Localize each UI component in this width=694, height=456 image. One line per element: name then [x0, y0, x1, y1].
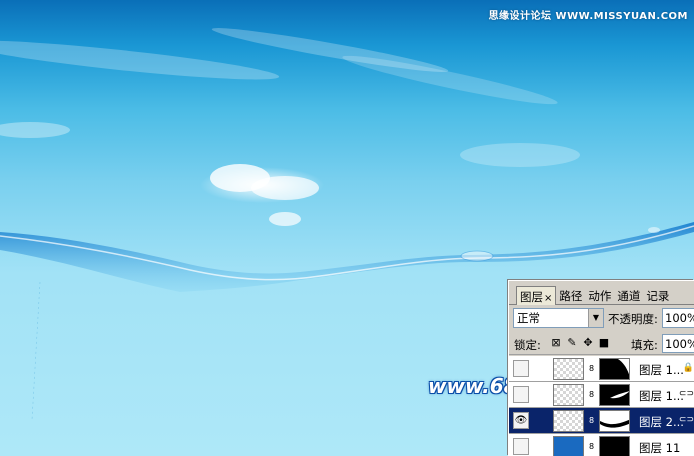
layer-mask-thumbnail[interactable] [599, 358, 630, 380]
lock-row: 锁定: ⊠ ✎ ✥ ■ 填充: 100% [509, 333, 694, 355]
eye-icon[interactable]: 👁 [513, 412, 529, 429]
layer-row-selected[interactable]: 👁 8 图层 2... ⊂⊃ [509, 408, 694, 434]
watermark-top: 思缘设计论坛 WWW.MISSYUAN.COM [488, 11, 688, 22]
chain-link-icon[interactable]: 8 [588, 389, 595, 401]
layer-thumbnail [553, 358, 584, 380]
fill-input[interactable]: 100% [662, 334, 694, 353]
dropdown-arrow-icon[interactable]: ▼ [588, 309, 603, 327]
panel-tabs: 图层× 路径 动作 通道 记录 [509, 281, 694, 305]
lock-transparency-icon[interactable]: ⊠ [550, 337, 562, 349]
chain-link-icon[interactable]: 8 [588, 415, 595, 427]
layer-thumbnail [553, 384, 584, 406]
layer-mask-thumbnail[interactable] [599, 384, 630, 406]
tab-history[interactable]: 记录 [643, 286, 672, 305]
blend-row: 正常 ▼ 不透明度: 100% [509, 307, 694, 331]
lock-all-icon[interactable]: ■ [598, 337, 610, 349]
lock-label: 锁定: [514, 338, 541, 352]
blend-mode-value: 正常 [517, 311, 540, 325]
tab-layers[interactable]: 图层× [516, 286, 557, 305]
layer-mask-thumbnail[interactable] [599, 410, 630, 432]
visibility-toggle[interactable] [513, 360, 529, 377]
layer-thumbnail [553, 436, 584, 456]
layer-row[interactable]: 8 图层 1... ⊂⊃ [509, 382, 694, 408]
tab-paths[interactable]: 路径 [556, 286, 585, 305]
lock-move-icon[interactable]: ✥ [582, 337, 594, 349]
fill-label: 填充: [631, 338, 658, 352]
blend-mode-select[interactable]: 正常 ▼ [513, 308, 604, 328]
opacity-label: 不透明度: [608, 312, 658, 326]
lock-brush-icon[interactable]: ✎ [566, 337, 578, 349]
layer-row[interactable]: 8 图层 1... 🔒 [509, 356, 694, 382]
link-icon: ⊂⊃ [678, 415, 694, 425]
layer-row[interactable]: 8 图层 11 [509, 434, 694, 456]
layers-panel: 图层× 路径 动作 通道 记录 正常 ▼ 不透明度: 100% 锁定: ⊠ ✎ … [508, 280, 694, 456]
chain-link-icon[interactable]: 8 [588, 363, 595, 375]
mask-shape [600, 419, 629, 428]
tab-channels[interactable]: 通道 [614, 286, 643, 305]
layer-name: 图层 1... [639, 363, 684, 377]
layer-list: 8 图层 1... 🔒 8 图层 1... ⊂⊃ 👁 8 图层 2... ⊂⊃ … [509, 356, 694, 456]
visibility-toggle[interactable] [513, 438, 529, 455]
layer-mask-thumbnail[interactable] [599, 436, 630, 456]
tab-actions[interactable]: 动作 [585, 286, 614, 305]
opacity-input[interactable]: 100% [662, 308, 694, 328]
mask-shape [618, 359, 629, 375]
visibility-toggle[interactable] [513, 386, 529, 403]
tab-label: 图层 [520, 290, 543, 304]
tab-close-icon[interactable]: × [544, 293, 552, 304]
layer-name: 图层 11 [639, 441, 681, 455]
layer-name: 图层 1... [639, 389, 684, 403]
link-icon: ⊂⊃ [678, 389, 694, 399]
chain-link-icon[interactable]: 8 [588, 441, 595, 453]
layer-thumbnail [553, 410, 584, 432]
mask-shape [610, 391, 629, 399]
layer-name: 图层 2... [639, 415, 684, 429]
layer-lock-icon: 🔒 [682, 363, 694, 373]
